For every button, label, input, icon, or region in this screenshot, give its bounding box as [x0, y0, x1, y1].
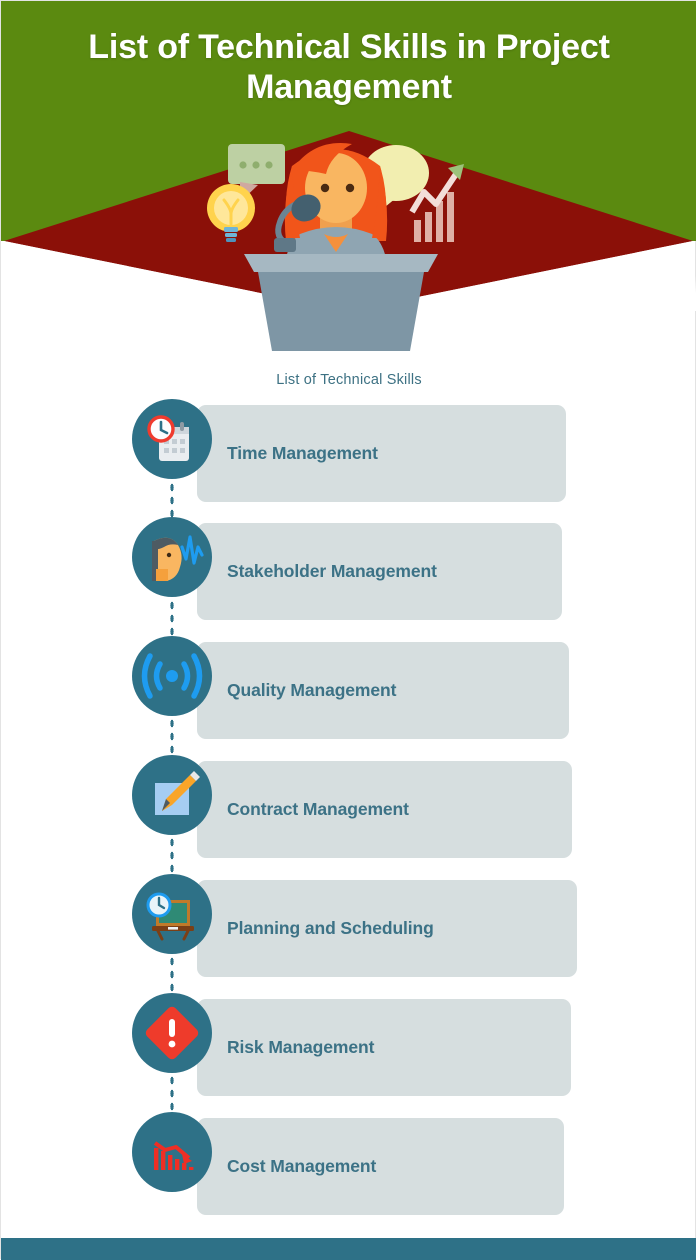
- clock-calendar-icon: [147, 415, 189, 461]
- list-item[interactable]: Stakeholder Management: [1, 517, 696, 637]
- connector-dots: [169, 1074, 175, 1114]
- skill-icon-circle[interactable]: [132, 399, 212, 479]
- skill-label: Time Management: [227, 443, 378, 463]
- skill-label: Cost Management: [227, 1156, 377, 1176]
- eye-right: [345, 183, 355, 193]
- skill-label: Planning and Scheduling: [227, 918, 434, 938]
- skill-icon-circle[interactable]: [132, 1112, 212, 1192]
- eye-left: [320, 183, 330, 193]
- skill-icon-circle[interactable]: [132, 874, 212, 954]
- list-subtitle: List of Technical Skills: [276, 372, 422, 388]
- connector-dots: [169, 717, 175, 757]
- skill-label: Contract Management: [227, 799, 409, 819]
- skills-list: Time Management Stakeholder Management Q…: [1, 397, 696, 1237]
- skill-label: Quality Management: [227, 680, 397, 700]
- declining-chart-icon: [153, 1141, 194, 1170]
- list-item[interactable]: Cost Management: [1, 1112, 696, 1237]
- connector-dots: [169, 481, 175, 517]
- skill-label: Risk Management: [227, 1037, 375, 1057]
- speaker-illustration: [207, 143, 464, 351]
- list-item[interactable]: Planning and Scheduling: [1, 874, 696, 997]
- skill-icon-circle[interactable]: [132, 517, 212, 597]
- podium: [244, 254, 438, 351]
- skill-icon-circle[interactable]: [132, 993, 212, 1073]
- connector-dots: [169, 955, 175, 995]
- connector-dots: [169, 599, 175, 637]
- blackboard-clock-icon: [146, 892, 194, 941]
- skill-icon-circle[interactable]: [132, 755, 212, 835]
- list-item[interactable]: Quality Management: [1, 636, 696, 757]
- skill-label: Stakeholder Management: [227, 561, 437, 581]
- signal-broadcast-icon: [141, 653, 203, 699]
- document-pencil-icon: [155, 771, 200, 815]
- lightbulb-icon: [207, 184, 255, 242]
- list-item[interactable]: Risk Management: [1, 993, 696, 1117]
- connector-dots: [169, 836, 175, 876]
- page-title: List of Technical Skills in Project Mana…: [88, 28, 610, 107]
- footer-bar: [1, 1238, 696, 1260]
- list-item[interactable]: Contract Management: [1, 755, 696, 877]
- warning-diamond-icon: [145, 1006, 199, 1060]
- skill-icon-circle[interactable]: [132, 636, 212, 716]
- list-item[interactable]: Time Management: [1, 397, 696, 517]
- infographic-page: List of Technical Skills in Project Mana…: [0, 0, 696, 1260]
- speaking-head-icon: [152, 535, 204, 581]
